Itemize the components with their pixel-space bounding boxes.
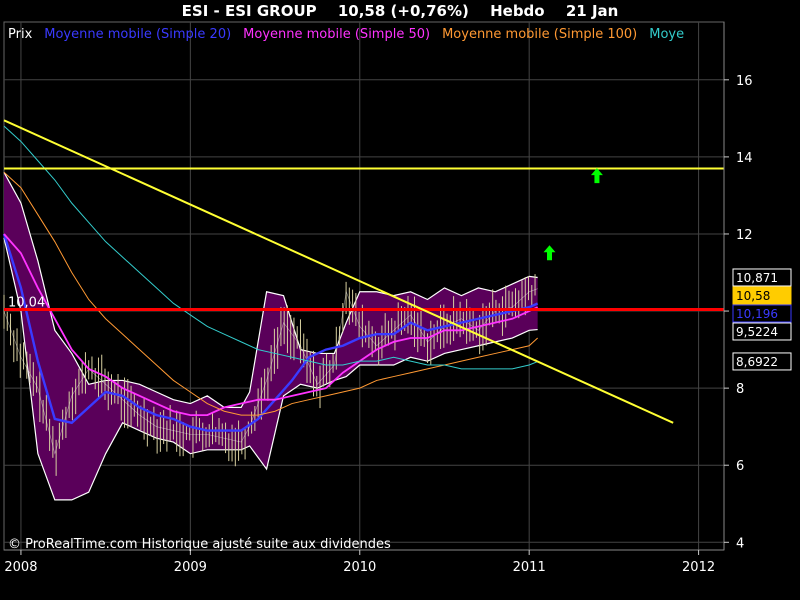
legend-item: Moye xyxy=(649,27,684,42)
plot-frame xyxy=(3,21,725,551)
y-tick-label: 8 xyxy=(736,382,744,397)
legend-item: Prix xyxy=(8,27,33,42)
price-boxes: 10,871 10,58 10,196 9,5224 8,6922 xyxy=(732,268,792,371)
x-tick-label: 2008 xyxy=(4,560,37,575)
copyright-text: © ProRealTime.com Historique ajusté suit… xyxy=(8,537,391,552)
x-tick-label: 2010 xyxy=(343,560,376,575)
chart-canvas: 10,04 Prix Moyenne mobile (Simple 20) Moye… xyxy=(2,21,792,575)
price-box-label: 10,196 xyxy=(736,307,778,321)
legend-item: Moyenne mobile (Simple 20) xyxy=(44,27,231,42)
x-tick-label: 2011 xyxy=(513,560,546,575)
y-tick-label: 16 xyxy=(736,74,753,89)
legend-item: Moyenne mobile (Simple 50) xyxy=(243,27,430,42)
x-axis: 2008 2009 2010 2011 2012 xyxy=(4,549,724,575)
y-tick-label: 14 xyxy=(736,151,753,166)
price-box-label: 10,871 xyxy=(736,271,778,285)
x-tick-label: 2009 xyxy=(174,560,207,575)
price-box-label: 10,58 xyxy=(736,289,770,303)
price-box-label: 9,5224 xyxy=(736,325,778,339)
legend: Prix Moyenne mobile (Simple 20) Moyenne mo… xyxy=(8,27,684,42)
y-tick-label: 6 xyxy=(736,459,744,474)
price-box-label: 8,6922 xyxy=(736,355,778,369)
y-tick-label: 4 xyxy=(736,536,744,551)
x-tick-label: 2012 xyxy=(682,560,715,575)
y-tick-label: 12 xyxy=(736,228,753,243)
support-level-label: 10,04 xyxy=(8,296,45,311)
legend-item: Moyenne mobile (Simple 100) xyxy=(442,27,637,42)
